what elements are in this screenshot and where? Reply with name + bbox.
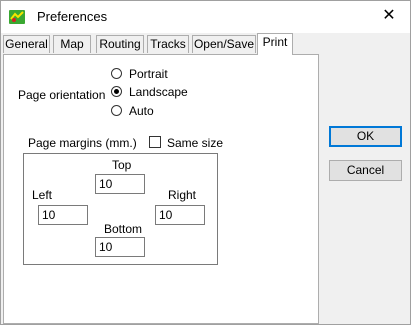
same-size-checkbox[interactable]: [149, 136, 161, 148]
radio-landscape[interactable]: [111, 86, 122, 97]
radio-auto-label: Auto: [129, 104, 154, 118]
tab-map[interactable]: Map: [53, 35, 91, 53]
top-margin-input[interactable]: [95, 174, 145, 194]
preferences-window: Preferences ✕ General Map Routing Tracks…: [0, 0, 411, 325]
bottom-margin-input[interactable]: [95, 237, 145, 257]
same-size-label: Same size: [167, 136, 224, 150]
radio-portrait[interactable]: [111, 68, 122, 79]
title-bar: Preferences ✕: [1, 1, 410, 33]
radio-landscape-label: Landscape: [129, 85, 188, 99]
right-margin-label: Right: [168, 188, 197, 202]
radio-portrait-label: Portrait: [129, 67, 168, 81]
page-orientation-label: Page orientation: [18, 88, 106, 102]
close-icon[interactable]: ✕: [380, 7, 398, 25]
app-map-icon: [9, 10, 25, 24]
tab-print[interactable]: Print: [257, 33, 293, 55]
tab-general[interactable]: General: [3, 35, 50, 53]
tab-strip: General Map Routing Tracks Open/Save Pri…: [3, 33, 319, 55]
bottom-margin-label: Bottom: [104, 222, 143, 236]
tab-tracks[interactable]: Tracks: [147, 35, 189, 53]
right-margin-input[interactable]: [155, 205, 205, 225]
cancel-button[interactable]: Cancel: [329, 160, 402, 181]
margins-group: Top Left Right Bottom: [23, 153, 218, 265]
tab-open-save[interactable]: Open/Save: [192, 35, 256, 53]
page-margins-label: Page margins (mm.): [28, 136, 137, 150]
tab-routing[interactable]: Routing: [96, 35, 144, 53]
window-title: Preferences: [37, 9, 108, 24]
ok-button[interactable]: OK: [329, 126, 402, 147]
top-margin-label: Top: [112, 158, 132, 172]
left-margin-label: Left: [32, 188, 53, 202]
radio-auto[interactable]: [111, 105, 122, 116]
left-margin-input[interactable]: [38, 205, 88, 225]
